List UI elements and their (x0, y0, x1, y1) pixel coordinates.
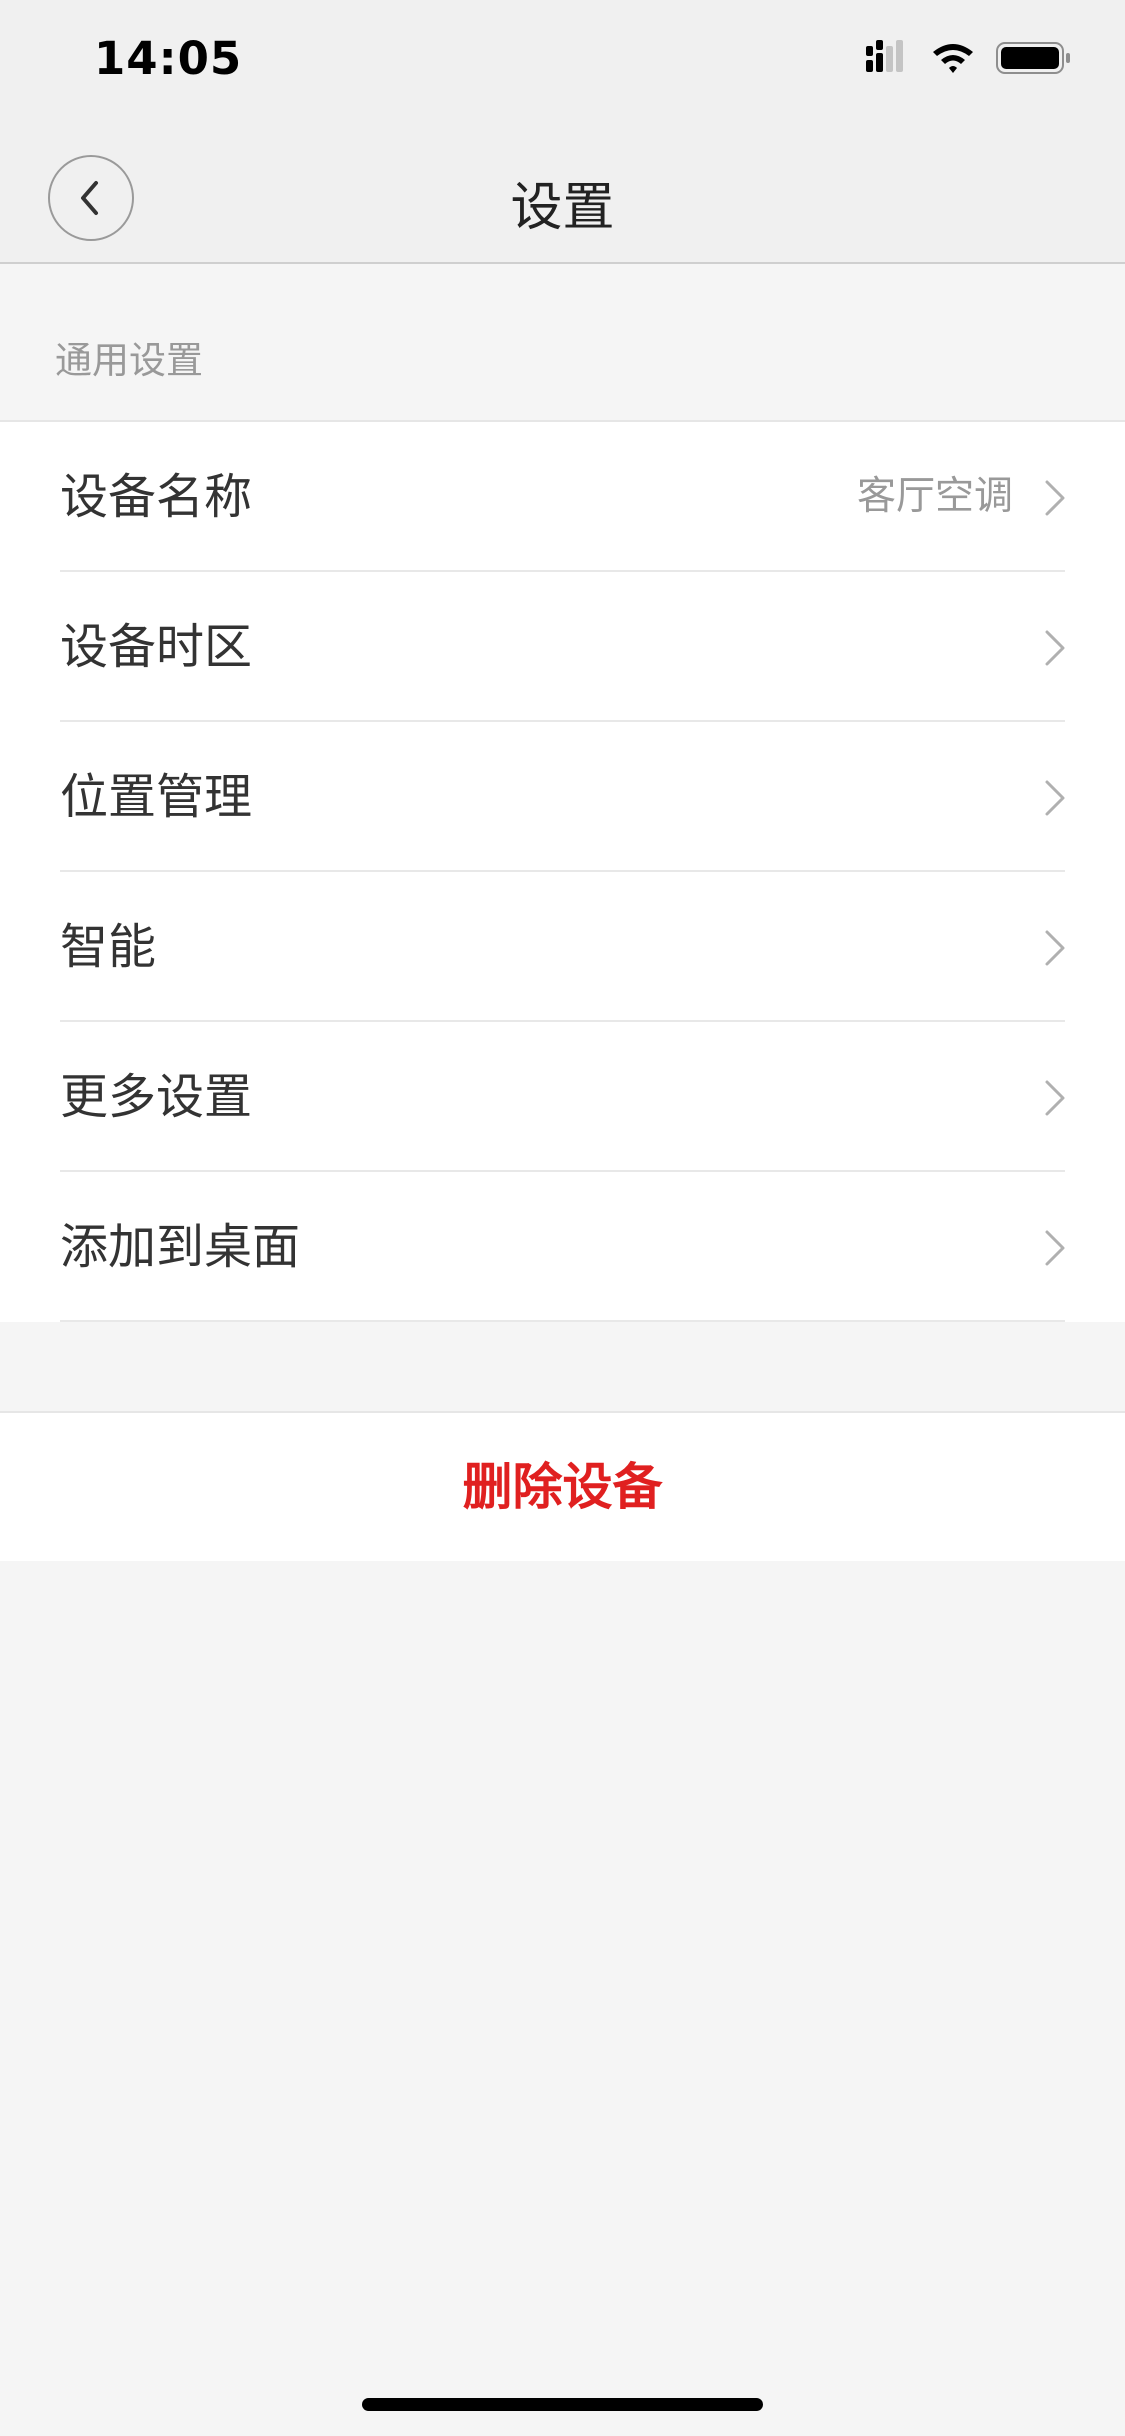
settings-row-label: 设备时区 (60, 619, 253, 675)
status-icons (866, 40, 1070, 74)
battery-icon (996, 42, 1070, 74)
settings-row-add-to-desktop[interactable]: 添加到桌面 (0, 1172, 1125, 1322)
chevron-right-icon (1045, 1080, 1065, 1116)
delete-device-button[interactable]: 删除设备 (0, 1413, 1125, 1561)
chevron-right-icon (1045, 480, 1065, 516)
settings-row-device-name[interactable]: 设备名称 客厅空调 (0, 422, 1125, 572)
home-indicator[interactable] (362, 2398, 763, 2411)
delete-section: 删除设备 (0, 1411, 1125, 1561)
settings-row-smart[interactable]: 智能 (0, 872, 1125, 1022)
section-label: 通用设置 (55, 339, 203, 382)
settings-row-label: 更多设置 (60, 1069, 253, 1125)
settings-row-label: 位置管理 (60, 769, 253, 825)
settings-row-location[interactable]: 位置管理 (0, 722, 1125, 872)
cellular-signal-icon (866, 40, 903, 72)
chevron-right-icon (1045, 780, 1065, 816)
settings-row-more[interactable]: 更多设置 (0, 1022, 1125, 1172)
settings-row-timezone[interactable]: 设备时区 (0, 572, 1125, 722)
page-title: 设置 (510, 178, 615, 238)
chevron-right-icon (1045, 1230, 1065, 1266)
settings-row-label: 设备名称 (60, 469, 253, 525)
settings-row-label: 添加到桌面 (60, 1219, 301, 1275)
settings-row-value: 客厅空调 (856, 474, 1013, 519)
settings-row-label: 智能 (60, 919, 157, 975)
status-time: 14:05 (94, 32, 243, 85)
wifi-icon (933, 44, 973, 73)
chevron-right-icon (1045, 630, 1065, 666)
chevron-right-icon (1045, 930, 1065, 966)
settings-list: 设备名称 客厅空调 设备时区 位置管理 智能 更多设置 添加到桌面 (0, 420, 1125, 1322)
